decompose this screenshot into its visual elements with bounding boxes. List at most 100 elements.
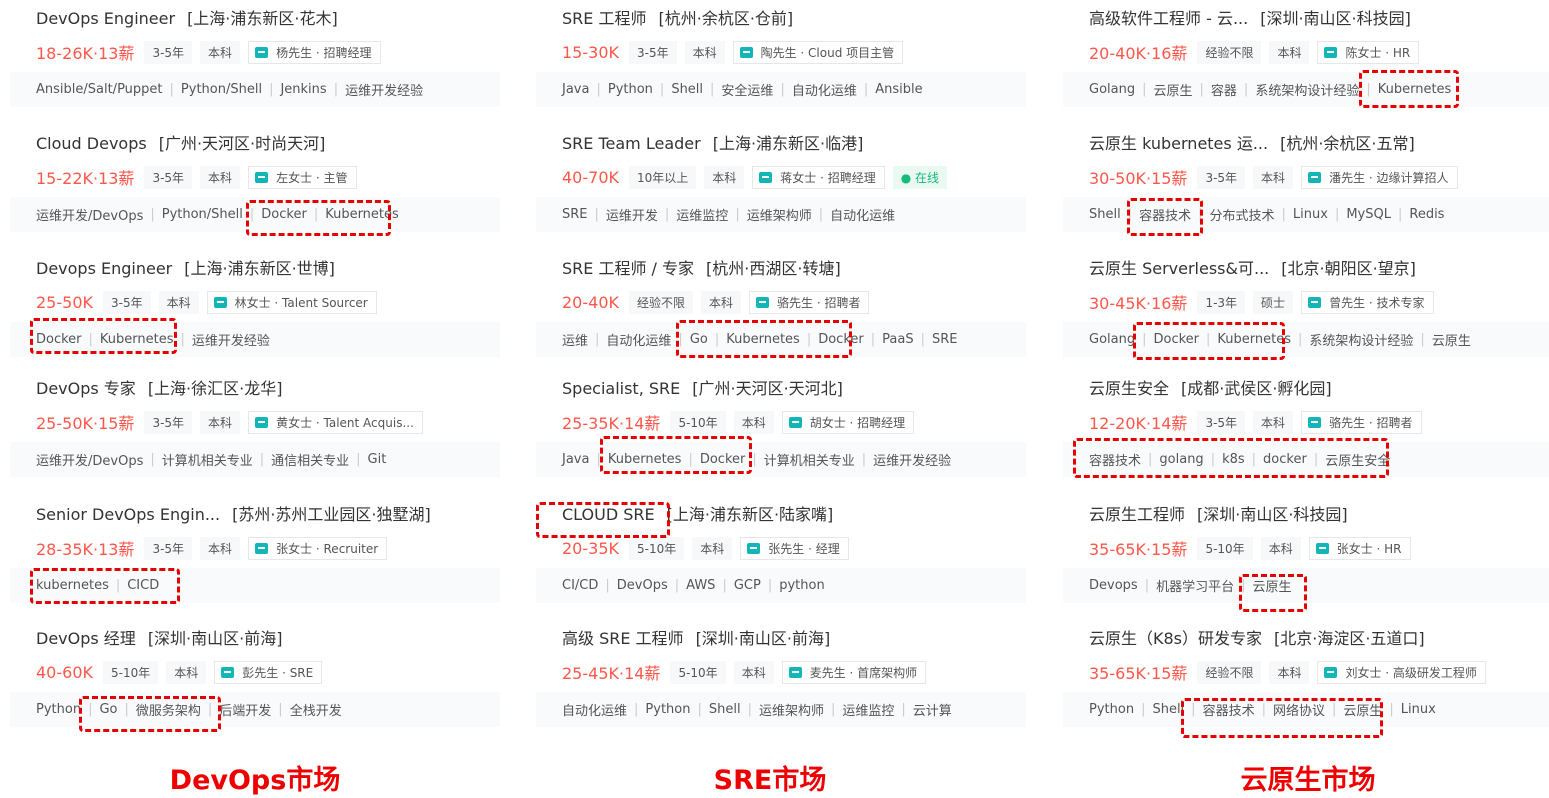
job-card[interactable]: SRE 工程师 [杭州·余杭区·仓前] 15-30K 3-5年 本科 陶先生 · Clou… — [536, 0, 1026, 120]
job-card[interactable]: 云原生 Serverless&可... [北京·朝阳区·望京] 30-45K·16薪… — [1063, 250, 1549, 370]
job-card[interactable]: 云原生（K8s）研发专家 [北京·海淀区·五道口] 35-65K·15薪 经验不限 本科… — [1063, 620, 1549, 740]
recruiter-info[interactable]: 骆先生 · 招聘者 — [1301, 410, 1422, 434]
skill-tag: 容器技术 — [1089, 454, 1142, 469]
job-card[interactable]: SRE 工程师 / 专家 [杭州·西湖区·转塘] 20-40K 经验不限 本科 骆先生 ·… — [536, 250, 1026, 370]
recruiter-info[interactable]: 蒋女士 · 招聘经理 — [752, 165, 885, 189]
requirement-tag: 3-5年 — [1197, 165, 1246, 189]
job-card[interactable]: 高级软件工程师 - 云... [深圳·南山区·科技园] 20-40K·16薪 经验不限… — [1063, 0, 1549, 120]
recruiter-info[interactable]: 陈女士 · HR — [1317, 40, 1420, 64]
recruiter-info[interactable]: 刘女士 · 高级研发工程师 — [1317, 660, 1486, 684]
job-meta-row: 30-45K·16薪 1-3年 硕士 曾先生 · 技术专家 — [1089, 287, 1543, 317]
job-title[interactable]: 云原生安全 — [1089, 379, 1169, 398]
skill-tag: 容器技术 — [1202, 704, 1255, 719]
skill-separator: | — [1420, 332, 1425, 347]
job-title-line[interactable]: 高级 SRE 工程师 [深圳·南山区·前海] — [562, 620, 1016, 649]
recruiter-name: 黄女士 · Talent Acquis... — [276, 415, 414, 430]
job-title[interactable]: CLOUD SRE — [562, 505, 655, 524]
skill-tag: Kubernetes — [325, 207, 399, 222]
job-title[interactable]: Devops Engineer — [36, 259, 172, 278]
job-location: [深圳·南山区·科技园] — [1260, 9, 1411, 28]
skill-separator: | — [1198, 207, 1203, 222]
recruiter-info[interactable]: 麦先生 · 首席架构师 — [781, 660, 927, 684]
job-title-line[interactable]: Devops Engineer [上海·浦东新区·世博] — [36, 250, 490, 279]
job-location: [上海·浦东新区·花木] — [187, 9, 338, 28]
job-title[interactable]: 云原生 Serverless&可... — [1089, 259, 1269, 278]
skill-tag: Redis — [1409, 207, 1445, 222]
job-title-line[interactable]: Cloud Devops [广州·天河区·时尚天河] — [36, 125, 490, 154]
job-title[interactable]: SRE 工程师 / 专家 — [562, 259, 694, 278]
job-title-line[interactable]: Senior DevOps Engin... [苏州·苏州工业园区·独墅湖] — [36, 496, 490, 525]
job-title-line[interactable]: SRE 工程师 / 专家 [杭州·西湖区·转塘] — [562, 250, 1016, 279]
job-title-line[interactable]: Specialist, SRE [广州·天河区·天河北] — [562, 370, 1016, 399]
job-card-header: 云原生（K8s）研发专家 [北京·海淀区·五道口] 35-65K·15薪 经验不限 本科… — [1063, 620, 1549, 687]
requirement-tag: 5-10年 — [670, 660, 726, 684]
job-title-line[interactable]: DevOps 经理 [深圳·南山区·前海] — [36, 620, 490, 649]
job-title-line[interactable]: 云原生 kubernetes 运... [杭州·余杭区·五常] — [1089, 125, 1543, 154]
recruiter-info[interactable]: 杨先生 · 招聘经理 — [248, 40, 381, 64]
job-title-line[interactable]: 云原生 Serverless&可... [北京·朝阳区·望京] — [1089, 250, 1543, 279]
recruiter-info[interactable]: 胡女士 · 招聘经理 — [781, 410, 915, 434]
job-title-line[interactable]: CLOUD SRE [上海·浦东新区·陆家嘴] — [562, 496, 1016, 525]
job-title[interactable]: 云原生 kubernetes 运... — [1089, 134, 1268, 153]
recruiter-info[interactable]: 张女士 · Recruiter — [248, 536, 388, 560]
job-card[interactable]: Cloud Devops [广州·天河区·时尚天河] 15-22K·13薪 3-5年本… — [10, 125, 500, 245]
job-card[interactable]: DevOps 经理 [深圳·南山区·前海] 40-60K 5-10年 本科 彭先生 · S… — [10, 620, 500, 740]
job-title[interactable]: 云原生（K8s）研发专家 — [1089, 629, 1262, 648]
job-title[interactable]: Cloud Devops — [36, 134, 147, 153]
recruiter-info[interactable]: 陶先生 · Cloud 项目主管 — [732, 40, 904, 64]
job-title-line[interactable]: DevOps 专家 [上海·徐汇区·龙华] — [36, 370, 490, 399]
job-location: [上海·浦东新区·陆家嘴] — [666, 505, 834, 524]
job-title[interactable]: DevOps Engineer — [36, 9, 175, 28]
job-title-line[interactable]: 云原生安全 [成都·武侯区·孵化园] — [1089, 370, 1543, 399]
skill-tags: Python | Go | 微服务架构 | 后端开发 | 全栈开发 — [10, 692, 500, 727]
recruiter-info[interactable]: 左女士 · 主管 — [248, 165, 357, 189]
recruiter-info[interactable]: 黄女士 · Talent Acquis... — [248, 410, 423, 434]
skill-tags: CI/CD | DevOps | AWS | GCP | python — [536, 568, 1026, 603]
job-card[interactable]: 高级 SRE 工程师 [深圳·南山区·前海] 25-45K·14薪 5-10年 本科 麦先… — [536, 620, 1026, 740]
recruiter-info[interactable]: 潘先生 · 边缘计算招人 — [1301, 165, 1458, 189]
job-card[interactable]: DevOps 专家 [上海·徐汇区·龙华] 25-50K·15薪 3-5年 本科 黄女士 … — [10, 370, 500, 490]
skill-separator: | — [1144, 578, 1150, 593]
skill-tags: 自动化运维 | Python | Shell | 运维架构师 | 运维监控 | 云计算 — [536, 692, 1026, 727]
job-card[interactable]: 云原生 kubernetes 运... [杭州·余杭区·五常] 30-50K·15薪… — [1063, 125, 1549, 245]
skill-separator: | — [901, 702, 906, 717]
job-card[interactable]: CLOUD SRE [上海·浦东新区·陆家嘴] 20-35K 5-10年 本科 张先生 ·… — [536, 496, 1026, 616]
requirement-tag: 本科 — [166, 660, 207, 684]
job-title[interactable]: 云原生工程师 — [1089, 505, 1185, 524]
job-title[interactable]: DevOps 专家 — [36, 379, 136, 398]
job-title-line[interactable]: 云原生（K8s）研发专家 [北京·海淀区·五道口] — [1089, 620, 1543, 649]
requirement-tag: 本科 — [200, 165, 241, 189]
skill-separator: | — [1148, 452, 1153, 467]
job-title[interactable]: SRE Team Leader — [562, 134, 701, 153]
skill-separator: | — [605, 578, 610, 593]
job-title-line[interactable]: SRE 工程师 [杭州·余杭区·仓前] — [562, 0, 1016, 29]
job-card[interactable]: Devops Engineer [上海·浦东新区·世博] 25-50K 3-5年 本科 林… — [10, 250, 500, 370]
requirement-tag: 本科 — [684, 40, 725, 64]
recruiter-info[interactable]: 林女士 · Talent Sourcer — [206, 290, 377, 314]
job-title-line[interactable]: 云原生工程师 [深圳·南山区·科技园] — [1089, 496, 1543, 525]
recruiter-info[interactable]: 张先生 · 经理 — [740, 536, 849, 560]
job-card[interactable]: Senior DevOps Engin... [苏州·苏州工业园区·独墅湖] 28-… — [10, 496, 500, 616]
job-title[interactable]: Specialist, SRE — [562, 379, 680, 398]
job-title-line[interactable]: DevOps Engineer [上海·浦东新区·花木] — [36, 0, 490, 29]
job-card[interactable]: DevOps Engineer [上海·浦东新区·花木] 18-26K·13薪 3-5… — [10, 0, 500, 120]
requirement-tag: 本科 — [1260, 536, 1301, 560]
job-title[interactable]: 高级 SRE 工程师 — [562, 629, 684, 648]
job-card[interactable]: 云原生安全 [成都·武侯区·孵化园] 12-20K·14薪 3-5年 本科 骆先生 · 招… — [1063, 370, 1549, 490]
recruiter-info[interactable]: 张女士 · HR — [1308, 536, 1411, 560]
job-card-header: DevOps 经理 [深圳·南山区·前海] 40-60K 5-10年 本科 彭先生 · S… — [10, 620, 500, 687]
job-title[interactable]: SRE 工程师 — [562, 9, 646, 28]
recruiter-info[interactable]: 彭先生 · SRE — [214, 660, 323, 684]
job-title[interactable]: DevOps 经理 — [36, 629, 136, 648]
job-title-line[interactable]: SRE Team Leader [上海·浦东新区·临港] — [562, 125, 1016, 154]
job-card[interactable]: Specialist, SRE [广州·天河区·天河北] 25-35K·14薪 5-1… — [536, 370, 1026, 490]
job-title-line[interactable]: 高级软件工程师 - 云... [深圳·南山区·科技园] — [1089, 0, 1543, 29]
job-card[interactable]: SRE Team Leader [上海·浦东新区·临港] 40-70K 10年以上 本科… — [536, 125, 1026, 245]
job-card[interactable]: 云原生工程师 [深圳·南山区·科技园] 35-65K·15薪 5-10年 本科 张女士 ·… — [1063, 496, 1549, 616]
job-title[interactable]: 高级软件工程师 - 云... — [1089, 9, 1248, 28]
skill-separator: | — [863, 82, 869, 97]
recruiter-info[interactable]: 曾先生 · 技术专家 — [1301, 290, 1434, 314]
recruiter-info[interactable]: 骆先生 · 招聘者 — [749, 290, 870, 314]
job-location: [深圳·南山区·前海] — [695, 629, 831, 648]
job-title[interactable]: Senior DevOps Engin... — [36, 505, 220, 524]
